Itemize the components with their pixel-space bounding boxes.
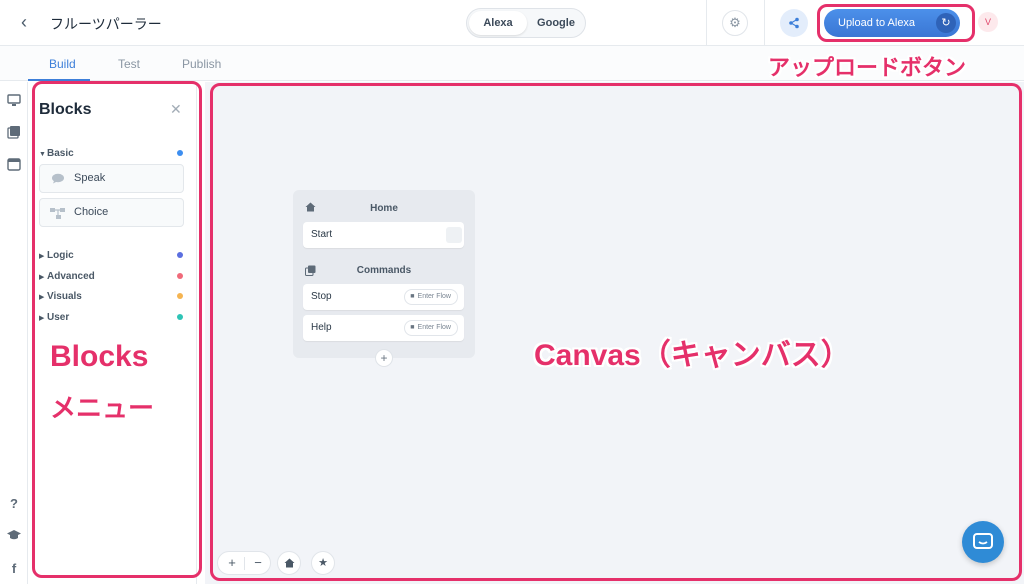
library-icon[interactable] bbox=[6, 125, 22, 141]
help-icon[interactable]: ? bbox=[6, 496, 22, 512]
graduation-cap-icon[interactable] bbox=[6, 529, 22, 545]
tab-publish[interactable]: Publish bbox=[182, 57, 221, 71]
project-name: フルーツパーラー bbox=[50, 16, 162, 32]
code-window-icon[interactable] bbox=[6, 158, 22, 174]
tab-build[interactable]: Build bbox=[49, 57, 76, 71]
header-divider bbox=[706, 0, 707, 46]
facebook-icon[interactable]: f bbox=[6, 561, 22, 577]
blocks-panel-highlight bbox=[32, 81, 202, 578]
upload-button-annotation: アップロードボタン bbox=[768, 55, 967, 80]
left-icon-strip: ? f bbox=[0, 82, 28, 584]
monitor-icon[interactable] bbox=[6, 94, 22, 110]
avatar[interactable]: V bbox=[978, 12, 998, 32]
header-divider bbox=[764, 0, 765, 46]
blocks-menu-annotation-subtitle: メニュー bbox=[50, 393, 155, 423]
share-icon[interactable] bbox=[780, 9, 808, 37]
canvas-annotation: Canvas（キャンバス） bbox=[534, 339, 851, 372]
platform-google-option[interactable]: Google bbox=[529, 11, 583, 35]
blocks-menu-annotation-title: Blocks bbox=[50, 340, 149, 373]
gear-icon[interactable]: ⚙ bbox=[722, 10, 748, 36]
platform-alexa-option[interactable]: Alexa bbox=[469, 11, 527, 35]
chevron-left-icon[interactable]: ‹ bbox=[14, 12, 34, 32]
tab-test[interactable]: Test bbox=[118, 57, 140, 71]
platform-toggle[interactable]: Alexa Google bbox=[466, 8, 586, 38]
upload-button-highlight bbox=[817, 4, 975, 42]
app-root: ‹ フルーツパーラー Alexa Google ⚙ Upload to Alex… bbox=[0, 0, 1024, 584]
